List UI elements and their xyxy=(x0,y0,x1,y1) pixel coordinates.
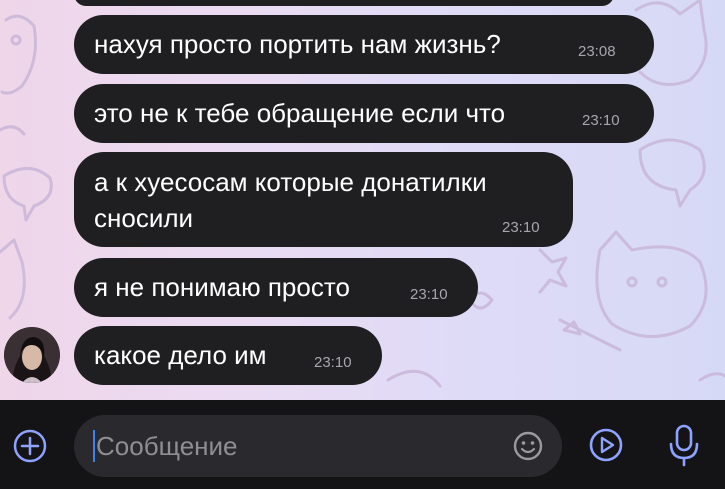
message-text-line-1: а к хуесосам которые донатилки xyxy=(94,167,487,197)
message-bubble[interactable]: какое дело им 23:10 xyxy=(74,326,382,385)
message-bubble[interactable]: это не к тебе обращение если что 23:10 xyxy=(74,84,654,143)
message-bubble[interactable] xyxy=(74,0,614,6)
message-time: 23:10 xyxy=(410,286,448,303)
message-input[interactable]: Сообщение xyxy=(74,415,562,477)
sender-avatar[interactable] xyxy=(4,327,60,383)
message-time: 23:10 xyxy=(582,112,620,129)
message-bubble[interactable]: нахуя просто портить нам жизнь? 23:08 xyxy=(74,15,654,74)
message-text: нахуя просто портить нам жизнь? xyxy=(94,29,501,59)
message-text-line-2: сносили xyxy=(94,203,194,233)
microphone-icon[interactable] xyxy=(664,422,704,468)
message-time: 23:10 xyxy=(314,354,352,371)
play-circle-icon[interactable] xyxy=(586,425,626,465)
message-time: 23:10 xyxy=(502,219,540,236)
message-bubble[interactable]: я не понимаю просто 23:10 xyxy=(74,258,478,317)
chat-screen: нахуя просто портить нам жизнь? 23:08 эт… xyxy=(0,0,725,489)
message-text: это не к тебе обращение если что xyxy=(94,98,506,128)
smiley-icon[interactable] xyxy=(511,429,545,463)
message-composer: Сообщение xyxy=(0,400,725,489)
message-text: какое дело им xyxy=(94,340,267,370)
message-text: я не понимаю просто xyxy=(94,272,350,302)
message-time: 23:08 xyxy=(578,43,616,60)
message-input-placeholder: Сообщение xyxy=(96,431,238,461)
avatar-photo xyxy=(4,327,60,383)
text-caret xyxy=(93,430,95,462)
message-list[interactable]: нахуя просто портить нам жизнь? 23:08 эт… xyxy=(0,0,725,400)
plus-circle-icon[interactable] xyxy=(12,428,48,464)
message-bubble[interactable]: а к хуесосам которые донатилки сносили 2… xyxy=(74,152,573,247)
